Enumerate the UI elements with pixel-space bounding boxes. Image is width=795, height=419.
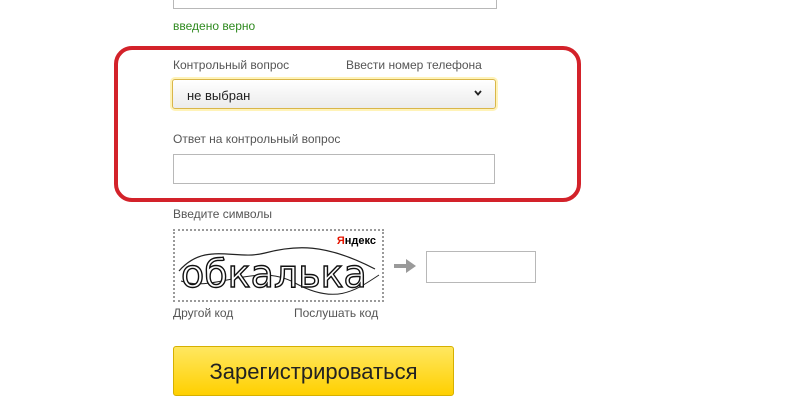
captcha-text: обкалька [181,252,367,296]
security-question-label: Контрольный вопрос [173,58,290,72]
captcha-label: Введите символы [173,207,272,221]
yandex-logo: Яндекс [336,235,376,247]
chevron-down-icon [474,90,482,96]
answer-input[interactable] [173,154,495,184]
validation-message: введено верно [173,19,256,33]
answer-label: Ответ на контрольный вопрос [173,132,341,146]
captcha-input[interactable] [426,251,536,283]
previous-input[interactable] [173,0,497,9]
security-question-select[interactable]: не выбран [172,79,496,109]
select-value: не выбран [187,88,251,103]
captcha-image: обкалька Яндекс [173,229,384,302]
listen-code-link[interactable]: Послушать код [294,306,378,320]
other-code-link[interactable]: Другой код [173,306,233,320]
enter-phone-link[interactable]: Ввести номер телефона [346,58,482,72]
register-button[interactable]: Зарегистрироваться [173,346,454,396]
arrow-right-icon [394,259,416,273]
